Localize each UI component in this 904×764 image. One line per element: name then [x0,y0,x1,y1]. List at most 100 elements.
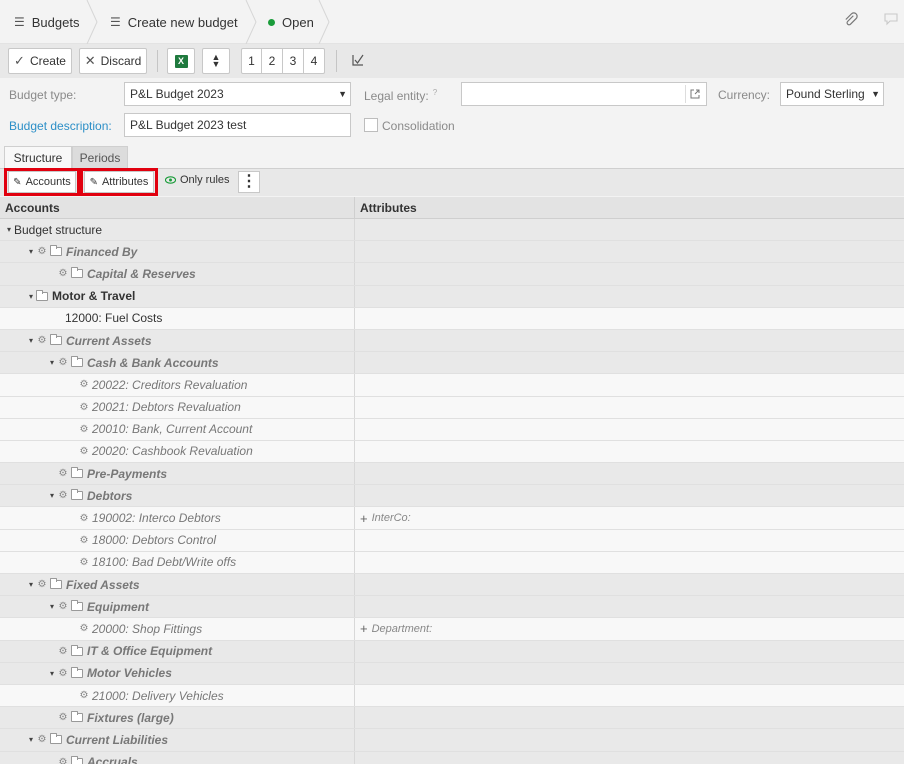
expand-toggle-icon[interactable]: ▾ [26,580,36,589]
currency-select[interactable]: Pound Sterling ▼ [780,82,884,106]
tree-row[interactable]: ⚙ 190002: Interco Debtors + InterCo: [0,507,904,530]
gear-icon[interactable]: ⚙ [78,402,90,413]
only-rules-toggle[interactable]: Only rules [165,174,230,186]
edit-check-icon[interactable] [351,53,365,70]
tree-row[interactable]: ▾ ⚙ Financed By [0,241,904,264]
expand-toggle-icon[interactable]: ▾ [26,735,36,744]
column-divider [354,374,355,396]
tree-row[interactable]: ⚙ Pre-Payments [0,463,904,486]
tree-row[interactable]: ⚙ 20010: Bank, Current Account [0,418,904,441]
plus-icon[interactable]: + [360,511,368,526]
tree-row[interactable]: ⚙ 20000: Shop Fittings + Department: [0,618,904,641]
tree-row[interactable]: ⚙ 21000: Delivery Vehicles [0,684,904,708]
attribute-cell[interactable]: + Department: [360,618,432,639]
tree-row[interactable]: 12000: Fuel Costs [0,307,904,330]
gear-icon[interactable]: ⚙ [78,535,90,546]
discard-button[interactable]: ✕ Discard [79,48,147,74]
column-divider [354,507,355,529]
expand-toggle-icon[interactable]: ▾ [47,358,57,367]
page-2-button[interactable]: 2 [261,48,283,74]
tree-row[interactable]: ▾ ⚙ Current Assets [0,329,904,353]
gear-icon[interactable]: ⚙ [57,268,69,279]
tab-periods[interactable]: Periods [72,146,128,168]
page-1-button[interactable]: 1 [241,48,262,74]
more-options-button[interactable]: ⋮ [238,171,260,193]
column-divider [354,485,355,507]
tree-row[interactable]: ▾ ⚙ Equipment [0,596,904,619]
gear-icon[interactable]: ⚙ [78,424,90,435]
create-button[interactable]: ✓ Create [8,48,72,74]
gear-icon[interactable]: ⚙ [78,557,90,568]
chevron-down-icon: ▼ [338,89,347,99]
tree-row[interactable]: ▾ ⚙ Cash & Bank Accounts [0,352,904,375]
open-external-icon[interactable] [685,85,703,103]
paperclip-icon[interactable] [843,12,858,30]
gear-icon[interactable]: ⚙ [78,379,90,390]
budget-type-select[interactable]: P&L Budget 2023 ▼ [124,82,351,106]
attribute-cell[interactable]: + InterCo: [360,507,411,528]
tree-row[interactable]: ⚙ Capital & Reserves [0,263,904,286]
tree-row[interactable]: ⚙ 18100: Bad Debt/Write offs [0,551,904,574]
gear-icon[interactable]: ⚙ [57,668,69,679]
consolidation-checkbox[interactable] [364,118,378,132]
tab-structure[interactable]: Structure [4,146,72,168]
tree-row[interactable]: ⚙ 20020: Cashbook Revaluation [0,440,904,464]
gear-icon[interactable]: ⚙ [36,734,48,745]
folder-icon [71,644,83,656]
account-label: Fixed Assets [66,577,140,592]
tree-row[interactable]: ▾ ⚙ Current Liabilities [0,729,904,752]
gear-icon[interactable]: ⚙ [57,646,69,657]
gear-icon[interactable]: ⚙ [78,446,90,457]
column-divider [354,197,355,219]
account-label: 20010: Bank, Current Account [92,422,253,437]
expand-toggle-icon[interactable]: ▾ [47,491,57,500]
tree-row[interactable]: ▾ ⚙ Motor Vehicles [0,662,904,685]
gear-icon[interactable]: ⚙ [57,490,69,501]
gear-icon[interactable]: ⚙ [78,513,90,524]
sort-button[interactable]: ▲ ▼ [202,48,230,74]
plus-icon[interactable]: + [360,621,368,636]
page-4-button[interactable]: 4 [303,48,325,74]
breadcrumb-budgets[interactable]: ☰ Budgets [14,0,79,44]
tree-row[interactable]: ▾ ⚙ Fixed Assets [0,574,904,597]
budget-description-input[interactable]: P&L Budget 2023 test [124,113,351,137]
tree-row[interactable]: ⚙ 18000: Debtors Control [0,529,904,552]
tree-row[interactable]: ⚙ Fixtures (large) [0,707,904,730]
breadcrumb-create-new-budget[interactable]: ☰ Create new budget [110,0,238,44]
expand-toggle-icon[interactable]: ▾ [4,225,14,234]
account-cell: ⚙ Pre-Payments [47,463,168,484]
gear-icon[interactable]: ⚙ [57,468,69,479]
attributes-column-header[interactable]: Attributes [360,201,417,215]
account-label: Debtors [87,488,133,503]
chevron-down-icon: ▼ [871,89,880,99]
gear-icon[interactable]: ⚙ [57,601,69,612]
gear-icon[interactable]: ⚙ [36,335,48,346]
expand-toggle-icon[interactable]: ▾ [26,292,36,301]
tree-row[interactable]: ⚙ Accruals [0,751,904,764]
gear-icon[interactable]: ⚙ [78,690,90,701]
expand-toggle-icon[interactable]: ▾ [47,602,57,611]
gear-icon[interactable]: ⚙ [57,712,69,723]
gear-icon[interactable]: ⚙ [57,357,69,368]
expand-toggle-icon[interactable]: ▾ [47,669,57,678]
tree-row[interactable]: ⚙ IT & Office Equipment [0,640,904,663]
tree-row[interactable]: ⚙ 20022: Creditors Revaluation [0,374,904,397]
close-icon: ✕ [84,53,96,68]
tree-row[interactable]: ▾ Budget structure [0,219,904,242]
comment-icon[interactable] [884,12,898,29]
expand-toggle-icon[interactable]: ▾ [26,247,36,256]
gear-icon[interactable]: ⚙ [36,579,48,590]
expand-toggle-icon[interactable]: ▾ [26,336,36,345]
gear-icon[interactable]: ⚙ [57,757,69,764]
tree-row[interactable]: ▾ Motor & Travel [0,285,904,308]
tree-row[interactable]: ⚙ 20021: Debtors Revaluation [0,396,904,419]
gear-icon[interactable]: ⚙ [36,246,48,257]
legal-entity-field[interactable] [461,82,707,106]
tree-row[interactable]: ▾ ⚙ Debtors [0,485,904,508]
column-divider [354,440,355,463]
excel-export-button[interactable]: X [167,48,195,74]
page-3-button[interactable]: 3 [282,48,304,74]
gear-icon[interactable]: ⚙ [78,623,90,634]
column-divider [354,263,355,285]
accounts-column-header[interactable]: Accounts [5,201,60,215]
